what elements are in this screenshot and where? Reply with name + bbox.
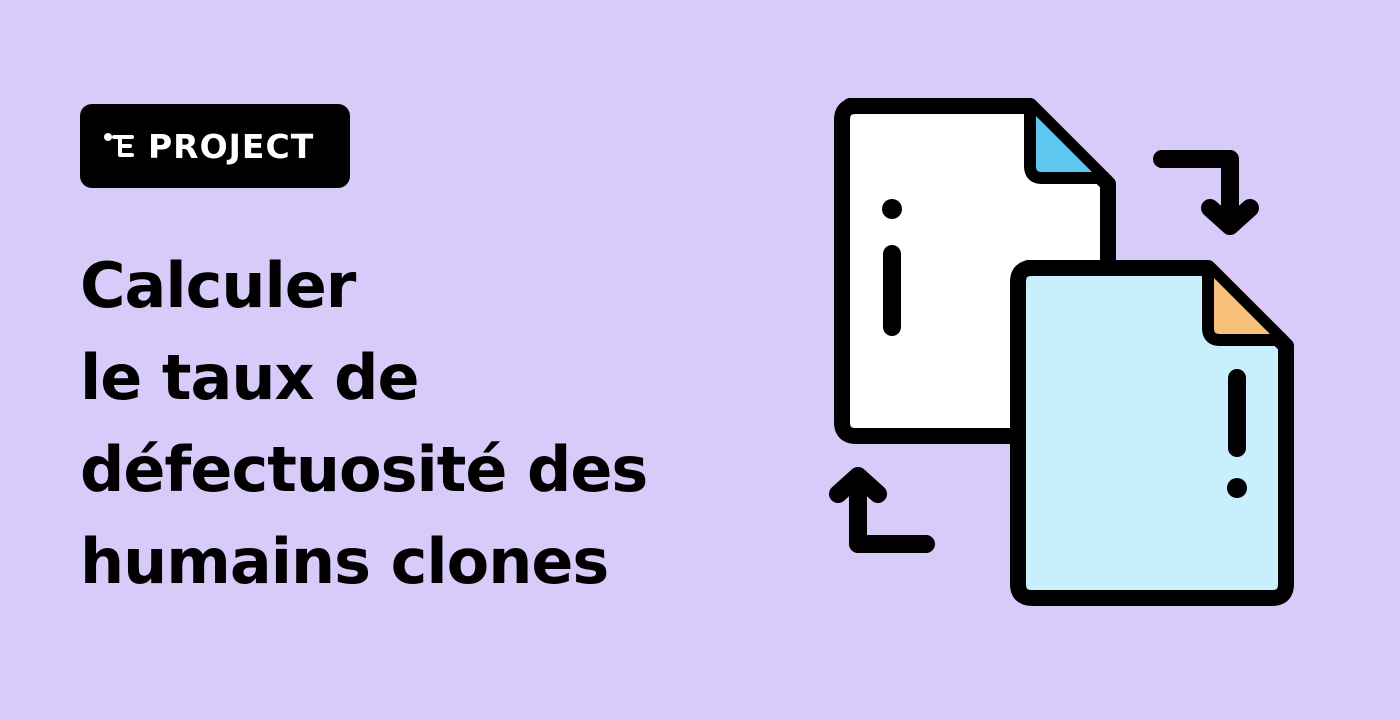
project-badge: PROJECT (80, 104, 350, 188)
badge-label: PROJECT (148, 126, 315, 166)
title-line: le taux de (80, 341, 420, 414)
title-line: humains clones (80, 525, 609, 598)
arrow-down-icon (1153, 150, 1259, 235)
title-line: Calculer (80, 249, 356, 322)
arrow-up-icon (829, 467, 935, 553)
title-line: défectuosité des (80, 433, 648, 506)
project-tree-icon (104, 133, 134, 157)
file-swap-icon (829, 98, 1294, 606)
front-document-icon (1010, 260, 1294, 606)
page-title: Calculer le taux de défectuosité des hum… (80, 240, 648, 608)
